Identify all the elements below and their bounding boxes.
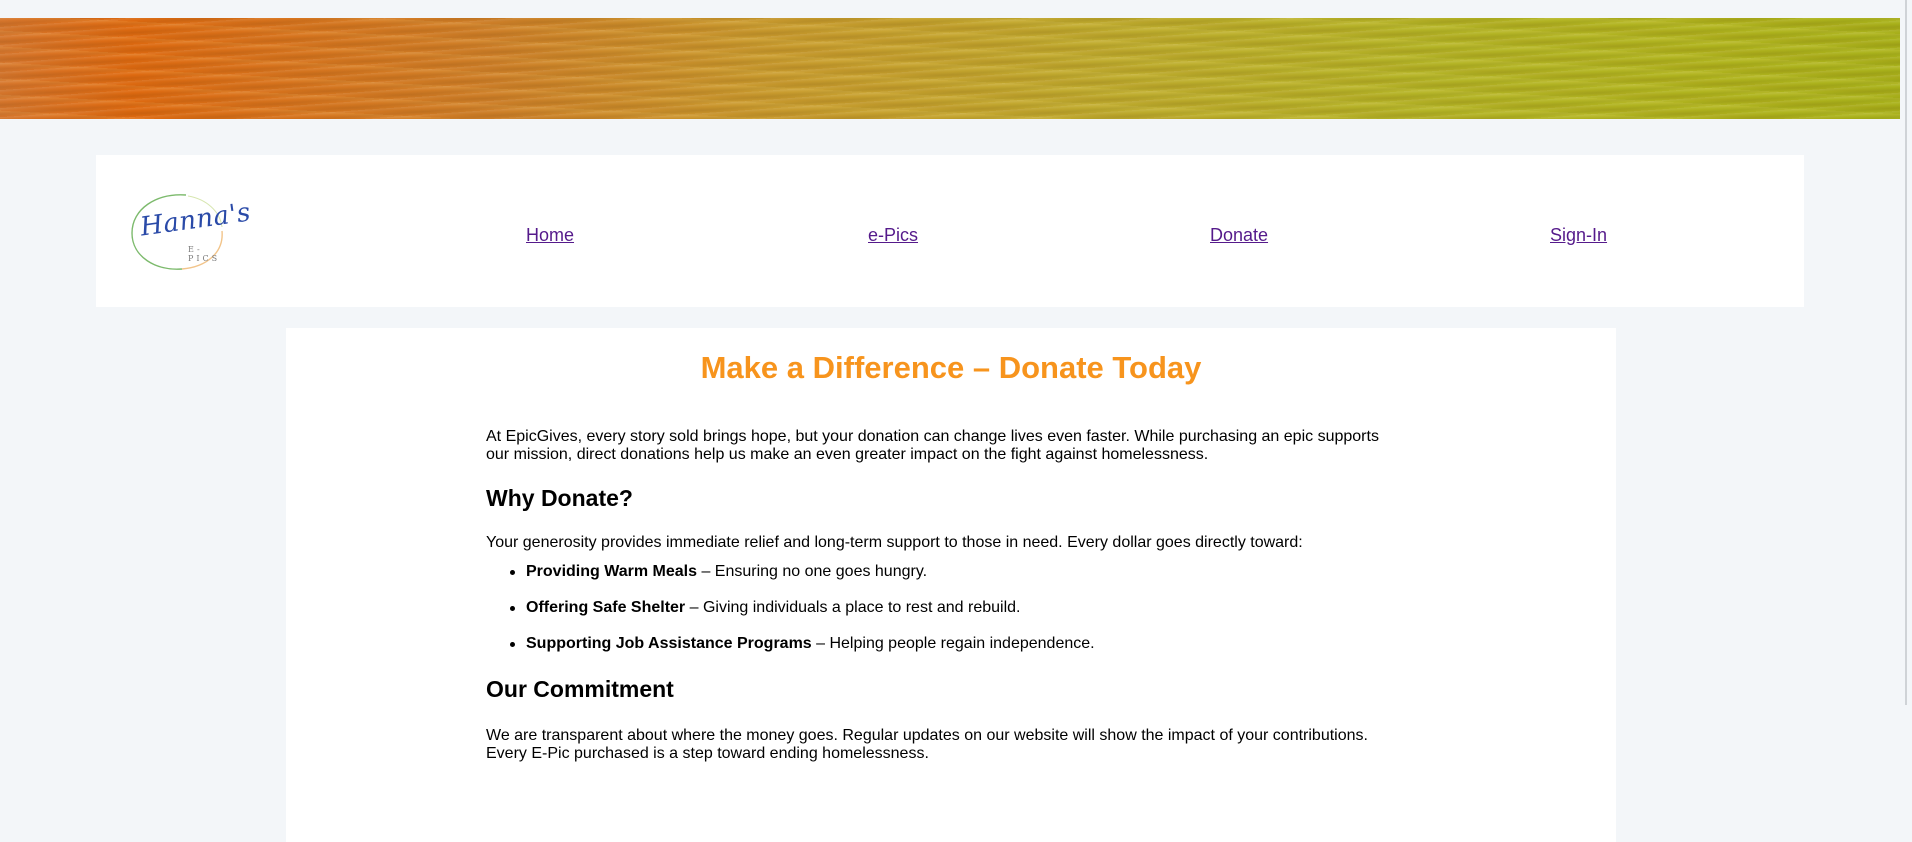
list-item-title: Supporting Job Assistance Programs [526, 635, 812, 652]
list-item-title: Providing Warm Meals [526, 563, 697, 580]
bullet-icon [510, 570, 515, 575]
main-content: Make a Difference – Donate Today At Epic… [286, 328, 1616, 842]
list-item-title: Offering Safe Shelter [526, 599, 686, 616]
donation-uses-list: Providing Warm Meals – Ensuring no one g… [486, 563, 1095, 671]
scrollbar-thumb[interactable] [1905, 0, 1907, 705]
bullet-icon [510, 642, 515, 647]
site-header: Hanna's E-PICS Home e-Pics Donate Sign-I… [96, 155, 1804, 307]
why-donate-heading: Why Donate? [486, 485, 633, 511]
commitment-heading: Our Commitment [486, 676, 674, 702]
list-item-description: – Giving individuals a place to rest and… [685, 599, 1021, 616]
page-title: Make a Difference – Donate Today [700, 350, 1202, 385]
nav-link-sign-in[interactable]: Sign-In [1550, 225, 1607, 246]
list-item: Supporting Job Assistance Programs – Hel… [486, 635, 1095, 671]
commitment-paragraph: We are transparent about where the money… [486, 727, 1368, 762]
list-item-description: – Ensuring no one goes hungry. [697, 563, 928, 580]
bullet-icon [510, 606, 515, 611]
why-donate-paragraph: Your generosity provides immediate relie… [486, 534, 1303, 551]
nav-link-epics[interactable]: e-Pics [868, 225, 918, 246]
list-item-description: – Helping people regain independence. [811, 635, 1095, 652]
logo-subtitle: E-PICS [188, 245, 221, 263]
list-item: Offering Safe Shelter – Giving individua… [486, 599, 1095, 635]
header-banner-image [0, 18, 1900, 119]
nav-link-home[interactable]: Home [526, 225, 574, 246]
nav-link-donate[interactable]: Donate [1210, 225, 1268, 246]
site-logo[interactable]: Hanna's E-PICS [126, 191, 253, 273]
intro-paragraph: At EpicGives, every story sold brings ho… [486, 428, 1379, 463]
list-item: Providing Warm Meals – Ensuring no one g… [486, 563, 1095, 599]
